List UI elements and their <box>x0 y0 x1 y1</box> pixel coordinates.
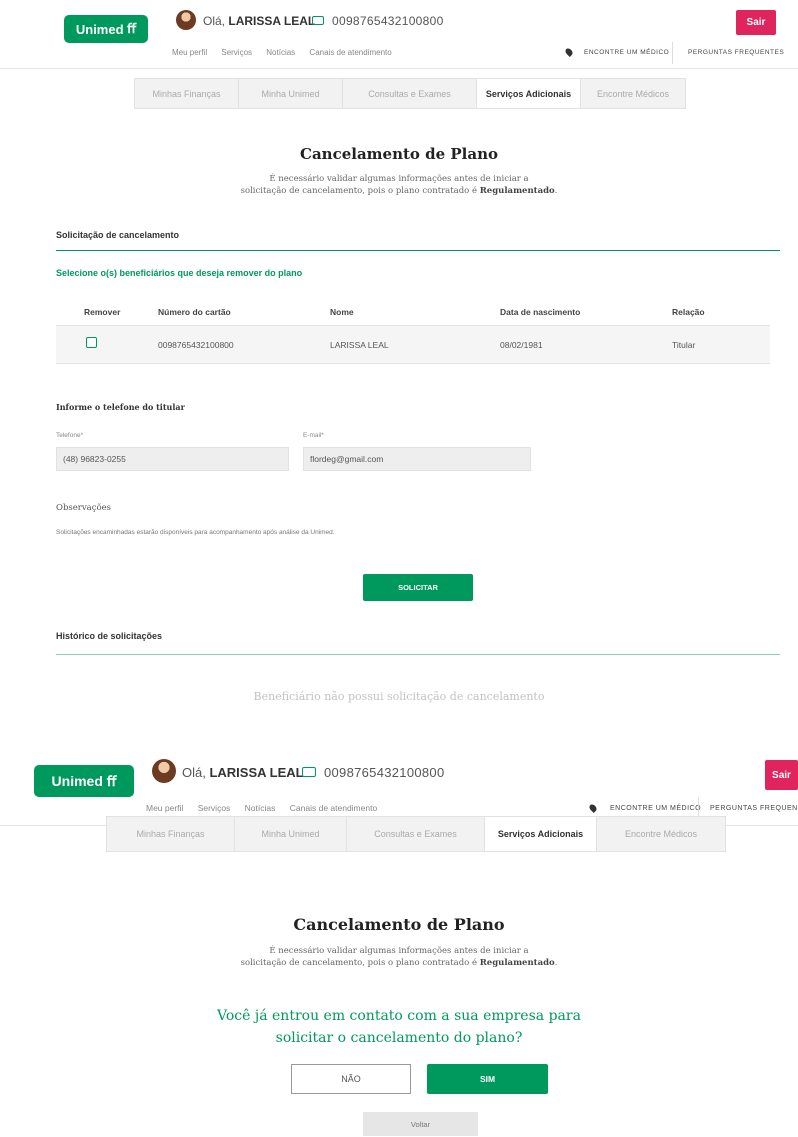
remove-checkbox[interactable] <box>86 337 97 348</box>
tab-consultations[interactable]: Consultas e Exames <box>347 817 485 851</box>
main-tabs: Minhas Finanças Minha Unimed Consultas e… <box>134 78 686 109</box>
user-nav: Meu perfil Serviços Notícias Canais de a… <box>172 48 404 57</box>
submit-button[interactable]: SOLICITAR <box>363 574 473 601</box>
row-card-number: 0098765432100800 <box>158 340 234 350</box>
yes-button[interactable]: SIM <box>427 1064 548 1094</box>
page-subtitle: É necessário validar algumas informações… <box>240 946 558 969</box>
unimed-symbol-icon: ﬀ <box>127 21 137 36</box>
col-relation: Relação <box>672 307 705 317</box>
greeting: Olá, LARISSA LEAL <box>203 14 316 28</box>
find-doctor-link[interactable]: ENCONTRE UM MÉDICO <box>584 49 669 56</box>
nav-link-channels[interactable]: Canais de atendimento <box>290 803 377 813</box>
row-relation: Titular <box>672 340 696 350</box>
tab-finances[interactable]: Minhas Finanças <box>135 79 239 108</box>
screen-company-confirm: Unimed ﬀ Olá, LARISSA LEAL 0098765432100… <box>0 745 798 1137</box>
nav-link-profile[interactable]: Meu perfil <box>146 803 183 813</box>
tab-my-unimed[interactable]: Minha Unimed <box>235 817 347 851</box>
divider <box>672 42 673 64</box>
page-subtitle: É necessário validar algumas informações… <box>240 174 558 197</box>
tab-additional-services[interactable]: Serviços Adicionais <box>477 79 581 108</box>
col-name: Nome <box>330 307 354 317</box>
phone-field[interactable]: (48) 96823-0255 <box>56 447 289 471</box>
cancel-section-title: Solicitação de cancelamento <box>56 230 180 240</box>
history-section-title: Histórico de solicitações <box>56 631 163 641</box>
nav-link-services[interactable]: Serviços <box>198 803 231 813</box>
email-label: E-mail* <box>303 432 324 439</box>
logout-button[interactable]: Sair <box>765 760 798 790</box>
company-contact-question: Você já entrou em contato com a sua empr… <box>217 1008 581 1047</box>
unimed-logo[interactable]: Unimed ﬀ <box>64 15 148 43</box>
tab-find-doctors[interactable]: Encontre Médicos <box>581 79 685 108</box>
tab-find-doctors[interactable]: Encontre Médicos <box>597 817 725 851</box>
nav-link-channels[interactable]: Canais de atendimento <box>309 48 391 57</box>
row-name: LARISSA LEAL <box>330 340 389 350</box>
logout-button[interactable]: Sair <box>736 10 776 35</box>
faq-link[interactable]: PERGUNTAS FREQUENTES <box>688 49 784 56</box>
pin-icon <box>588 803 598 813</box>
avatar <box>152 759 176 783</box>
phone-section-title: Informe o telefone do titular <box>56 402 185 412</box>
page-title: Cancelamento de Plano <box>293 915 505 934</box>
card-number: 0098765432100800 <box>324 765 445 780</box>
card-number: 0098765432100800 <box>332 14 444 28</box>
unimed-logo[interactable]: Unimed ﬀ <box>34 765 134 797</box>
avatar <box>176 10 196 30</box>
section-divider <box>56 250 780 251</box>
history-empty-message: Beneficiário não possui solicitação de c… <box>253 690 545 703</box>
main-tabs: Minhas Finanças Minha Unimed Consultas e… <box>106 816 726 852</box>
nav-link-services[interactable]: Serviços <box>221 48 252 57</box>
nav-link-profile[interactable]: Meu perfil <box>172 48 207 57</box>
history-divider <box>56 654 780 655</box>
page-title: Cancelamento de Plano <box>300 145 498 163</box>
col-remove: Remover <box>84 307 121 317</box>
tab-finances[interactable]: Minhas Finanças <box>107 817 235 851</box>
tab-my-unimed[interactable]: Minha Unimed <box>239 79 343 108</box>
col-card-number: Número do cartão <box>158 307 231 317</box>
unimed-symbol-icon: ﬀ <box>106 772 117 789</box>
select-beneficiaries-label: Selecione o(s) beneficiários que deseja … <box>56 268 303 278</box>
card-icon <box>302 767 316 777</box>
tab-additional-services[interactable]: Serviços Adicionais <box>485 817 597 851</box>
back-button[interactable]: Voltar <box>363 1112 478 1136</box>
row-birth-date: 08/02/1981 <box>500 340 543 350</box>
find-doctor-link[interactable]: ENCONTRE UM MÉDICO <box>610 805 701 812</box>
header-divider <box>0 68 798 69</box>
observations-title: Observações <box>56 503 112 513</box>
screen-cancel-form: Unimed ﬀ Olá, LARISSA LEAL 0098765432100… <box>0 0 798 715</box>
col-birth-date: Data de nascimento <box>500 307 581 317</box>
faq-link[interactable]: PERGUNTAS FREQUENTES <box>710 805 798 812</box>
phone-label: Telefone* <box>56 432 84 439</box>
tab-consultations[interactable]: Consultas e Exames <box>343 79 477 108</box>
no-button[interactable]: NÃO <box>291 1064 411 1094</box>
nav-link-news[interactable]: Notícias <box>266 48 295 57</box>
screens-gap <box>0 715 798 745</box>
card-icon <box>312 16 324 25</box>
user-nav: Meu perfil Serviços Notícias Canais de a… <box>146 803 389 813</box>
pin-icon <box>564 47 574 57</box>
greeting: Olá, LARISSA LEAL <box>182 765 304 780</box>
nav-link-news[interactable]: Notícias <box>245 803 276 813</box>
observations-text: Solicitações encaminhadas estarão dispon… <box>56 529 335 536</box>
email-field[interactable]: flordeg@gmail.com <box>303 447 531 471</box>
